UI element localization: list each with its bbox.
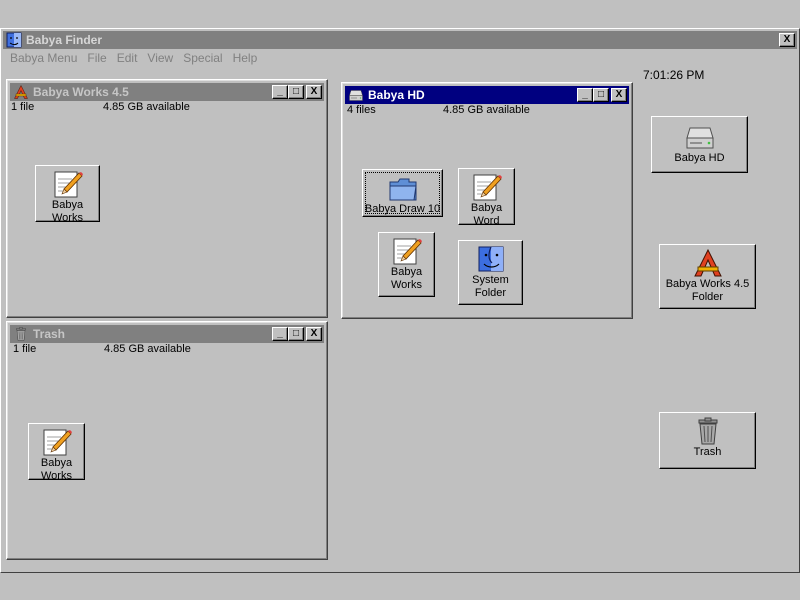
maximize-button[interactable]: □ bbox=[288, 327, 304, 341]
desktop-babya-hd-button[interactable]: Babya HD bbox=[651, 116, 748, 173]
icon-label: Babya HD bbox=[674, 152, 725, 164]
available-space: 4.85 GB available bbox=[443, 104, 530, 116]
file-count: 1 file bbox=[11, 101, 35, 113]
finder-icon bbox=[6, 32, 22, 48]
icon-label: Babya Works bbox=[51, 199, 84, 224]
close-button[interactable]: X bbox=[306, 327, 322, 341]
finder-titlebar[interactable]: Babya Finder X bbox=[3, 31, 797, 49]
minimize-button[interactable]: _ bbox=[577, 88, 593, 102]
close-button[interactable]: X bbox=[306, 85, 322, 99]
trash-icon bbox=[698, 417, 717, 445]
hd-babya-works-icon-button[interactable]: Babya Works bbox=[378, 232, 435, 297]
clock: 7:01:26 PM bbox=[643, 68, 705, 82]
menu-help[interactable]: Help bbox=[228, 51, 263, 65]
document-pencil-icon bbox=[473, 174, 502, 201]
works-logo-icon bbox=[694, 249, 721, 277]
available-space: 4.85 GB available bbox=[104, 343, 191, 355]
icon-label: Trash bbox=[693, 446, 722, 458]
hard-drive-icon bbox=[686, 127, 713, 149]
babya-word-icon-button[interactable]: Babya Word bbox=[458, 168, 515, 227]
babya-works-icon-button[interactable]: Babya Works bbox=[35, 165, 100, 224]
hd-titlebar[interactable]: Babya HD _ □ X bbox=[345, 86, 629, 104]
trash-icon bbox=[16, 327, 26, 341]
icon-label: Babya Draw 10 bbox=[364, 203, 441, 215]
trash-title: Trash bbox=[33, 327, 66, 341]
hard-drive-icon bbox=[349, 90, 363, 101]
finder-close-button[interactable]: X bbox=[779, 33, 795, 47]
maximize-button[interactable]: □ bbox=[593, 88, 609, 102]
babya-draw-icon-button[interactable]: Babya Draw 10 bbox=[362, 169, 443, 217]
works-title: Babya Works 4.5 bbox=[33, 85, 129, 99]
document-pencil-icon bbox=[393, 238, 422, 265]
file-count: 1 file bbox=[13, 343, 37, 355]
desktop-babya-works-folder-button[interactable]: Babya Works 4.5 Folder bbox=[659, 244, 756, 309]
works-titlebar[interactable]: Babya Works 4.5 _ □ X bbox=[10, 83, 324, 101]
available-space: 4.85 GB available bbox=[103, 101, 190, 113]
minimize-button[interactable]: _ bbox=[272, 327, 288, 341]
menu-babya[interactable]: Babya Menu bbox=[3, 51, 82, 65]
menu-file[interactable]: File bbox=[82, 51, 111, 65]
trash-babya-works-icon-button[interactable]: Babya Works bbox=[28, 423, 85, 482]
icon-label: Babya Works bbox=[390, 266, 423, 291]
menu-view[interactable]: View bbox=[142, 51, 178, 65]
menu-edit[interactable]: Edit bbox=[112, 51, 143, 65]
works-window: Babya Works 4.5 _ □ X 1 file 4.85 GB ava… bbox=[6, 79, 328, 318]
folder-icon bbox=[389, 178, 416, 201]
minimize-button[interactable]: _ bbox=[272, 85, 288, 99]
works-logo-icon bbox=[14, 85, 28, 99]
menu-special[interactable]: Special bbox=[178, 51, 227, 65]
menu-bar: Babya Menu File Edit View Special Help bbox=[3, 49, 797, 67]
desktop-trash-button[interactable]: Trash bbox=[659, 412, 756, 469]
trash-status: 1 file 4.85 GB available bbox=[11, 343, 323, 357]
hd-status: 4 files 4.85 GB available bbox=[346, 104, 628, 118]
mac-face-icon bbox=[477, 246, 504, 272]
trash-window: Trash _ □ X 1 file 4.85 GB available Bab… bbox=[6, 321, 328, 560]
icon-label: Babya Works 4.5 Folder bbox=[665, 278, 750, 303]
close-button[interactable]: X bbox=[611, 88, 627, 102]
document-pencil-icon bbox=[54, 171, 83, 198]
icon-label: Babya Word bbox=[470, 202, 503, 227]
hd-window: Babya HD _ □ X 4 files 4.85 GB available… bbox=[341, 82, 633, 319]
finder-title: Babya Finder bbox=[26, 33, 103, 47]
hd-title: Babya HD bbox=[368, 88, 425, 102]
icon-label: System Folder bbox=[472, 274, 509, 299]
icon-label: Babya Works bbox=[40, 457, 73, 482]
maximize-button[interactable]: □ bbox=[288, 85, 304, 99]
trash-titlebar[interactable]: Trash _ □ X bbox=[10, 325, 324, 343]
works-status: 1 file 4.85 GB available bbox=[11, 101, 323, 115]
system-folder-icon-button[interactable]: System Folder bbox=[458, 240, 523, 305]
file-count: 4 files bbox=[347, 104, 376, 116]
document-pencil-icon bbox=[43, 429, 72, 456]
